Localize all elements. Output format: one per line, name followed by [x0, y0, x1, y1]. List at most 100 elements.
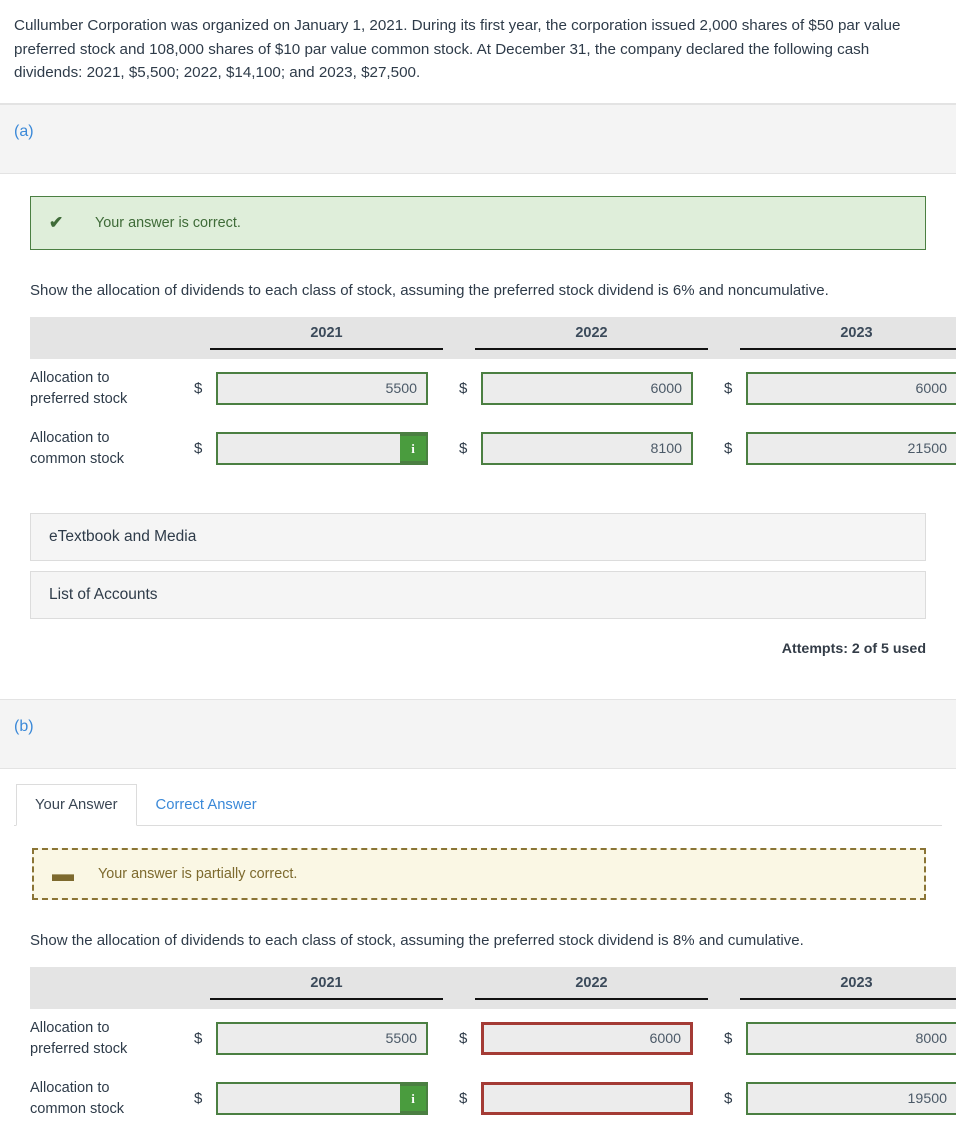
row-label-line1: Allocation to — [30, 429, 110, 446]
input-common-2023-value[interactable]: 19500 — [748, 1084, 956, 1114]
input-preferred-2021[interactable]: 5500 — [216, 372, 428, 406]
input-common-2021[interactable]: i — [216, 1082, 428, 1116]
currency-symbol: $ — [459, 440, 468, 458]
header-year-2021: 2021 — [190, 966, 455, 1009]
header-year-2023-label: 2023 — [740, 975, 956, 1001]
currency-symbol: $ — [194, 1030, 203, 1048]
header-year-2021: 2021 — [190, 316, 455, 359]
currency-symbol: $ — [194, 1090, 203, 1108]
row-label-common-stock: Allocation to common stock — [30, 419, 190, 479]
tab-correct-answer[interactable]: Correct Answer — [137, 784, 276, 826]
cell-common-2022: $ — [455, 1069, 720, 1129]
row-label-line2: preferred stock — [30, 390, 128, 407]
row-label-line2: common stock — [30, 1100, 125, 1117]
table-header-row: 2021 2022 2023 — [30, 966, 956, 1009]
currency-symbol: $ — [724, 380, 733, 398]
currency-symbol: $ — [724, 1030, 733, 1048]
input-common-2021-value[interactable] — [218, 434, 400, 464]
part-b-body: ▬ Your answer is partially correct. Show… — [0, 847, 956, 1129]
cell-common-2023: $ 21500 — [720, 419, 956, 479]
cell-preferred-2023: $ 8000 — [720, 1009, 956, 1069]
row-label-line1: Allocation to — [30, 1019, 110, 1036]
cell-common-2021: $ i — [190, 1069, 455, 1129]
header-year-2023: 2023 — [720, 316, 956, 359]
header-year-2022-label: 2022 — [475, 975, 708, 1001]
info-icon[interactable]: i — [400, 1084, 428, 1114]
input-preferred-2021[interactable]: 5500 — [216, 1022, 428, 1056]
row-label-common-stock: Allocation to common stock — [30, 1069, 190, 1129]
row-label-preferred-stock: Allocation to preferred stock — [30, 1009, 190, 1069]
header-blank — [30, 966, 190, 1009]
row-label-line2: preferred stock — [30, 1040, 128, 1057]
currency-symbol: $ — [459, 1030, 468, 1048]
problem-statement: Cullumber Corporation was organized on J… — [0, 0, 956, 104]
part-b-header: (b) — [0, 698, 956, 769]
part-b-allocation-table: 2021 2022 2023 Allocation to preferred s… — [30, 966, 956, 1129]
header-blank — [30, 316, 190, 359]
part-b-label: (b) — [14, 717, 34, 735]
input-common-2022-value[interactable]: 8100 — [483, 434, 691, 464]
answer-correct-banner: ✔ Your answer is correct. — [30, 195, 926, 250]
header-year-2021-label: 2021 — [210, 975, 443, 1001]
input-preferred-2023[interactable]: 6000 — [746, 372, 956, 406]
row-label-line1: Allocation to — [30, 369, 110, 386]
cell-preferred-2021: $ 5500 — [190, 359, 455, 419]
check-icon: ✔ — [49, 212, 64, 232]
section-divider — [0, 678, 956, 699]
header-year-2022: 2022 — [455, 966, 720, 1009]
part-a-header: (a) — [0, 103, 956, 174]
table-row: Allocation to preferred stock $ 5500 $ 6… — [30, 1009, 956, 1069]
cell-preferred-2021: $ 5500 — [190, 1009, 455, 1069]
cell-common-2023: $ 19500 — [720, 1069, 956, 1129]
table-row: Allocation to common stock $ i $ — [30, 1069, 956, 1129]
info-icon[interactable]: i — [400, 434, 428, 464]
tab-your-answer[interactable]: Your Answer — [16, 783, 137, 826]
input-preferred-2023-value[interactable]: 8000 — [748, 1024, 956, 1054]
input-common-2022-value[interactable] — [484, 1085, 690, 1113]
etextbook-and-media-button[interactable]: eTextbook and Media — [30, 512, 926, 561]
cell-preferred-2023: $ 6000 — [720, 359, 956, 419]
header-year-2021-label: 2021 — [210, 325, 443, 351]
input-common-2021[interactable]: i — [216, 432, 428, 466]
header-year-2022: 2022 — [455, 316, 720, 359]
cell-preferred-2022: $ 6000 — [455, 359, 720, 419]
input-common-2022[interactable] — [481, 1082, 693, 1116]
row-label-line1: Allocation to — [30, 1079, 110, 1096]
cell-common-2021: $ i — [190, 419, 455, 479]
input-preferred-2023-value[interactable]: 6000 — [748, 374, 956, 404]
input-preferred-2021-value[interactable]: 5500 — [218, 1024, 426, 1054]
part-b-tabs: Your Answer Correct Answer — [14, 783, 942, 826]
input-preferred-2022[interactable]: 6000 — [481, 1022, 693, 1056]
part-a-body: ✔ Your answer is correct. Show the alloc… — [0, 195, 956, 657]
currency-symbol: $ — [194, 440, 203, 458]
part-a-instruction: Show the allocation of dividends to each… — [30, 281, 829, 299]
input-preferred-2023[interactable]: 8000 — [746, 1022, 956, 1056]
input-common-2023-value[interactable]: 21500 — [748, 434, 956, 464]
input-common-2021-value[interactable] — [218, 1084, 400, 1114]
answer-partial-text: Your answer is partially correct. — [98, 865, 298, 882]
input-common-2023[interactable]: 19500 — [746, 1082, 956, 1116]
currency-symbol: $ — [459, 380, 468, 398]
currency-symbol: $ — [194, 380, 203, 398]
dash-icon: ▬ — [52, 860, 74, 886]
attempts-counter: Attempts: 2 of 5 used — [781, 640, 926, 657]
currency-symbol: $ — [724, 1090, 733, 1108]
input-preferred-2022[interactable]: 6000 — [481, 372, 693, 406]
currency-symbol: $ — [459, 1090, 468, 1108]
table-row: Allocation to common stock $ i $ — [30, 419, 956, 479]
header-year-2023: 2023 — [720, 966, 956, 1009]
input-preferred-2021-value[interactable]: 5500 — [218, 374, 426, 404]
input-common-2022[interactable]: 8100 — [481, 432, 693, 466]
table-header-row: 2021 2022 2023 — [30, 316, 956, 359]
answer-partial-banner: ▬ Your answer is partially correct. — [32, 847, 926, 900]
input-preferred-2022-value[interactable]: 6000 — [483, 374, 691, 404]
list-of-accounts-button[interactable]: List of Accounts — [30, 570, 926, 619]
cell-preferred-2022: $ 6000 — [455, 1009, 720, 1069]
row-label-line2: common stock — [30, 450, 125, 467]
input-common-2023[interactable]: 21500 — [746, 432, 956, 466]
row-label-preferred-stock: Allocation to preferred stock — [30, 359, 190, 419]
input-preferred-2022-value[interactable]: 6000 — [484, 1025, 690, 1053]
header-year-2022-label: 2022 — [475, 325, 708, 351]
part-a-actions: eTextbook and Media List of Accounts — [30, 512, 926, 619]
part-a-allocation-table: 2021 2022 2023 Allocation to preferred s… — [30, 316, 956, 479]
